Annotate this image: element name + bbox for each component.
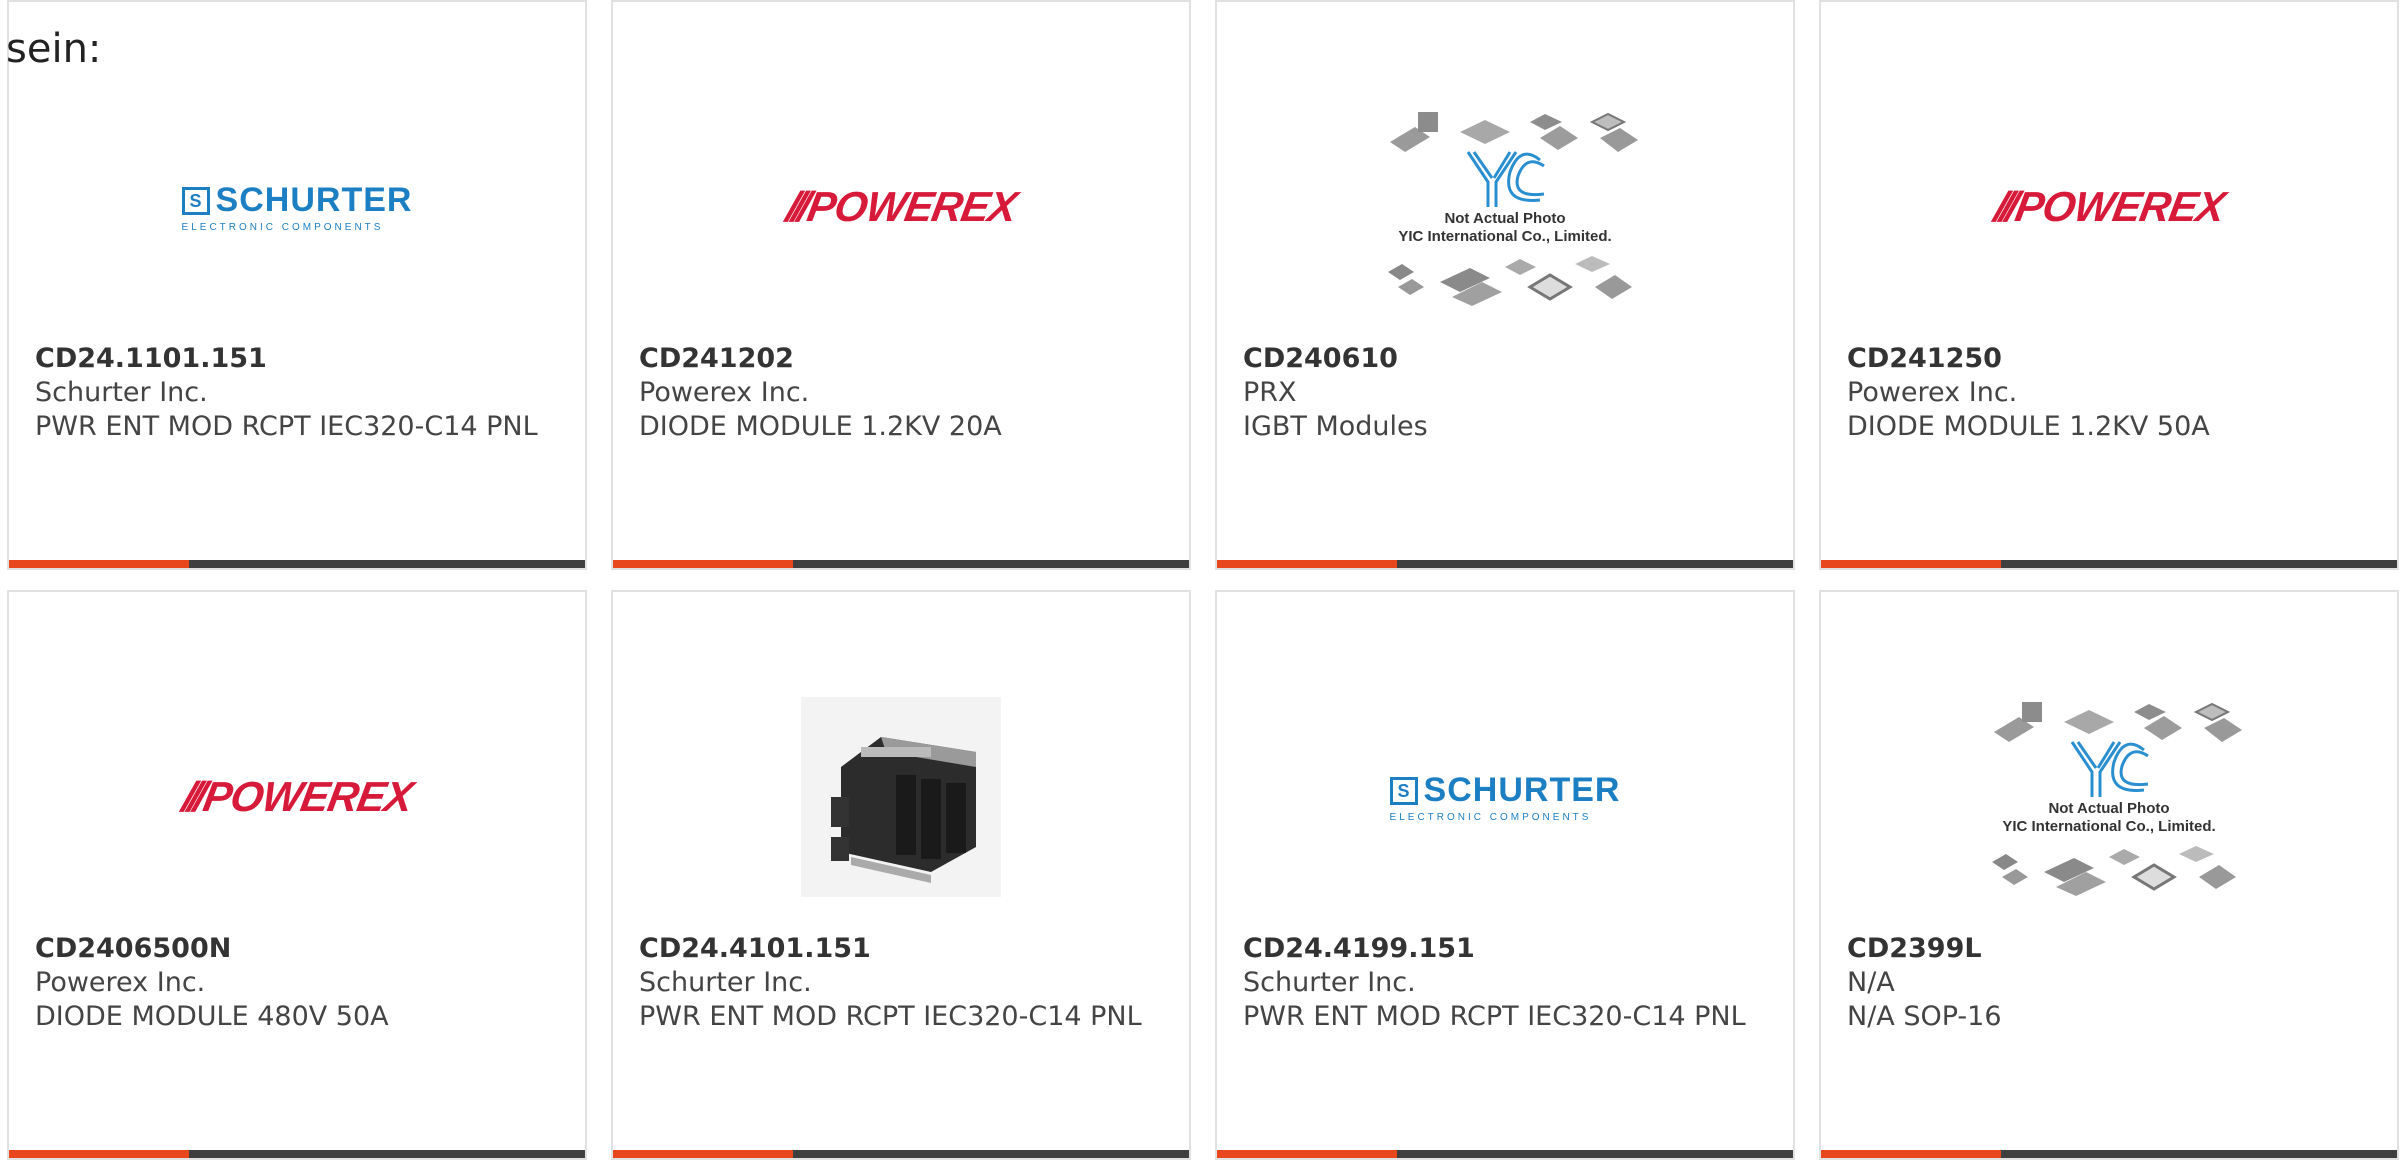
yic-placeholder-image: Not Actual Photo YIC International Co., … [1370, 82, 1640, 332]
powerex-logo: ///POWEREX [1990, 183, 2228, 230]
part-number-link[interactable]: CD24.4199.151 [1243, 932, 1773, 966]
schurter-logo: S SCHURTER ELECTRONIC COMPONENTS [181, 181, 413, 233]
product-image[interactable]: ///POWEREX [1821, 72, 2397, 342]
manufacturer-name: Powerex Inc. [639, 377, 810, 408]
card-accent-bar [9, 560, 189, 568]
product-image[interactable]: Not Actual Photo YIC International Co., … [1217, 72, 1793, 342]
product-info: CD24.4101.151 Schurter Inc. PWR ENT MOD … [639, 932, 1169, 1034]
yic-caption-line1: Not Actual Photo [1444, 210, 1566, 227]
product-card[interactable]: ///POWEREX CD241202 Powerex Inc. DIODE M… [611, 0, 1191, 570]
part-number-link[interactable]: CD2399L [1847, 932, 2377, 966]
product-description: IGBT Modules [1243, 411, 1428, 442]
product-image[interactable] [613, 662, 1189, 932]
manufacturer-name: Schurter Inc. [35, 377, 208, 408]
product-info: CD2406500N Powerex Inc. DIODE MODULE 480… [35, 932, 565, 1034]
schurter-logo: S SCHURTER ELECTRONIC COMPONENTS [1389, 771, 1621, 823]
part-number-link[interactable]: CD24.4101.151 [639, 932, 1169, 966]
product-card[interactable]: Not Actual Photo YIC International Co., … [1215, 0, 1795, 570]
card-accent-bar [613, 1150, 793, 1158]
product-image[interactable]: S SCHURTER ELECTRONIC COMPONENTS [1217, 662, 1793, 932]
product-info: CD24.4199.151 Schurter Inc. PWR ENT MOD … [1243, 932, 1773, 1034]
product-description: PWR ENT MOD RCPT IEC320-C14 PNL [35, 411, 538, 442]
card-bottom-bar [9, 1150, 585, 1158]
part-number-link[interactable]: CD241250 [1847, 342, 2377, 376]
card-bottom-bar [1217, 560, 1793, 568]
product-description: DIODE MODULE 1.2KV 20A [639, 411, 1002, 442]
manufacturer-name: N/A [1847, 967, 1895, 998]
product-card[interactable]: S SCHURTER ELECTRONIC COMPONENTS CD24.11… [7, 0, 587, 570]
product-card[interactable]: S SCHURTER ELECTRONIC COMPONENTS CD24.41… [1215, 590, 1795, 1160]
product-card[interactable]: ///POWEREX CD241250 Powerex Inc. DIODE M… [1819, 0, 2399, 570]
product-card[interactable]: ///POWEREX CD2406500N Powerex Inc. DIODE… [7, 590, 587, 1160]
card-bottom-bar [9, 560, 585, 568]
power-entry-module-photo [801, 697, 1001, 897]
product-info: CD240610 PRX IGBT Modules [1243, 342, 1773, 444]
card-accent-bar [1217, 560, 1397, 568]
intro-text: sein: [6, 26, 102, 72]
manufacturer-name: Schurter Inc. [639, 967, 812, 998]
product-info: CD24.1101.151 Schurter Inc. PWR ENT MOD … [35, 342, 565, 444]
yic-caption-line2: YIC International Co., Limited. [2002, 818, 2216, 835]
product-description: DIODE MODULE 480V 50A [35, 1001, 389, 1032]
product-description: PWR ENT MOD RCPT IEC320-C14 PNL [1243, 1001, 1746, 1032]
card-accent-bar [1821, 1150, 2001, 1158]
product-grid: S SCHURTER ELECTRONIC COMPONENTS CD24.11… [7, 0, 2399, 1160]
manufacturer-name: Powerex Inc. [1847, 377, 2018, 408]
yic-caption-line2: YIC International Co., Limited. [1398, 228, 1612, 245]
product-card[interactable]: CD24.4101.151 Schurter Inc. PWR ENT MOD … [611, 590, 1191, 1160]
yic-placeholder-image: Not Actual Photo YIC International Co., … [1974, 672, 2244, 922]
card-bottom-bar [613, 560, 1189, 568]
card-bottom-bar [1821, 560, 2397, 568]
card-bottom-bar [613, 1150, 1189, 1158]
product-description: DIODE MODULE 1.2KV 50A [1847, 411, 2210, 442]
product-description: PWR ENT MOD RCPT IEC320-C14 PNL [639, 1001, 1142, 1032]
card-accent-bar [1217, 1150, 1397, 1158]
manufacturer-name: PRX [1243, 377, 1297, 408]
product-info: CD241250 Powerex Inc. DIODE MODULE 1.2KV… [1847, 342, 2377, 444]
part-number-link[interactable]: CD24.1101.151 [35, 342, 565, 376]
product-image[interactable]: S SCHURTER ELECTRONIC COMPONENTS [9, 72, 585, 342]
product-image[interactable]: ///POWEREX [9, 662, 585, 932]
product-image[interactable]: Not Actual Photo YIC International Co., … [1821, 662, 2397, 932]
card-bottom-bar [1217, 1150, 1793, 1158]
product-card[interactable]: Not Actual Photo YIC International Co., … [1819, 590, 2399, 1160]
card-bottom-bar [1821, 1150, 2397, 1158]
yic-caption-line1: Not Actual Photo [2048, 800, 2170, 817]
product-info: CD241202 Powerex Inc. DIODE MODULE 1.2KV… [639, 342, 1169, 444]
product-info: CD2399L N/A N/A SOP-16 [1847, 932, 2377, 1034]
product-image[interactable]: ///POWEREX [613, 72, 1189, 342]
powerex-logo: ///POWEREX [178, 773, 416, 820]
product-grid-page: sein: S SCHURTER ELECTRONIC COMPONENTS C… [0, 0, 2400, 1160]
manufacturer-name: Powerex Inc. [35, 967, 206, 998]
part-number-link[interactable]: CD241202 [639, 342, 1169, 376]
card-accent-bar [1821, 560, 2001, 568]
card-accent-bar [613, 560, 793, 568]
card-accent-bar [9, 1150, 189, 1158]
powerex-logo: ///POWEREX [782, 183, 1020, 230]
manufacturer-name: Schurter Inc. [1243, 967, 1416, 998]
part-number-link[interactable]: CD240610 [1243, 342, 1773, 376]
product-description: N/A SOP-16 [1847, 1001, 2002, 1032]
part-number-link[interactable]: CD2406500N [35, 932, 565, 966]
